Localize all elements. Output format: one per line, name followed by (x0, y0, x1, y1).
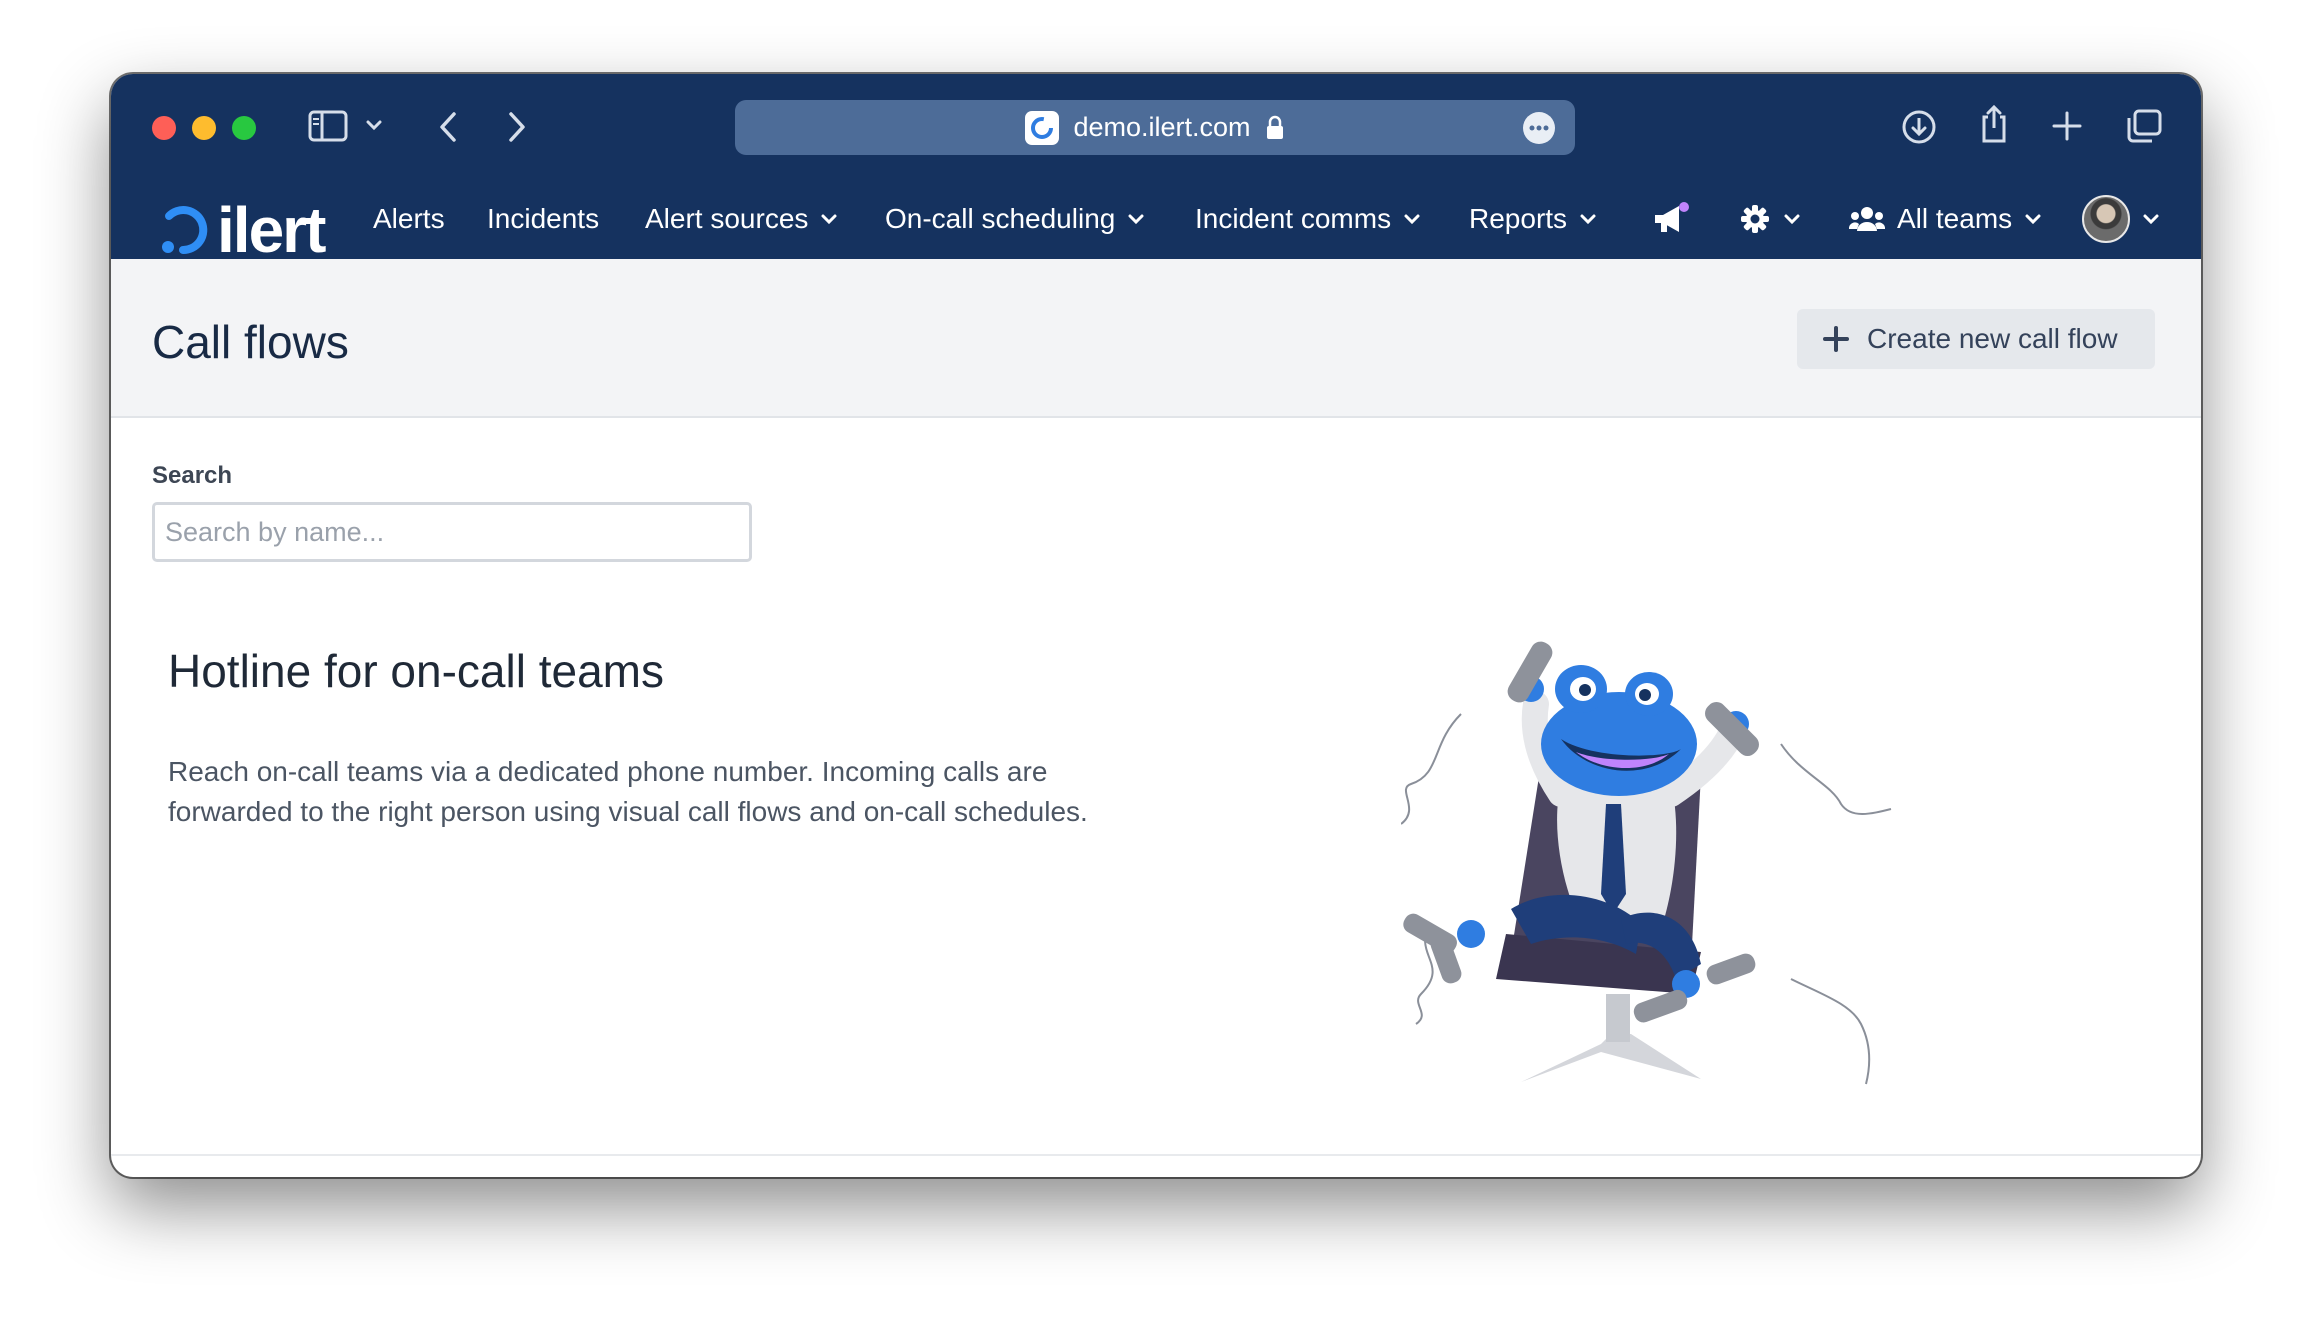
chevron-down-icon (1403, 213, 1421, 225)
back-icon[interactable] (436, 110, 460, 144)
share-icon[interactable] (1977, 104, 2011, 144)
nav-on-call-label: On-call scheduling (885, 203, 1116, 234)
minimize-window-button[interactable] (192, 116, 216, 140)
ilert-logo[interactable]: ilert (155, 193, 326, 267)
nav-alerts-label: Alerts (373, 203, 445, 234)
content-divider (111, 1154, 2201, 1156)
team-selector[interactable]: All teams (1849, 179, 2042, 259)
create-call-flow-button[interactable]: Create new call flow (1797, 309, 2155, 369)
nav-alert-sources-label: Alert sources (645, 203, 809, 234)
nav-reports-label: Reports (1469, 203, 1568, 234)
search-label: Search (152, 462, 233, 489)
nav-alert-sources[interactable]: Alert sources (645, 179, 838, 259)
nav-reports[interactable]: Reports (1469, 179, 1597, 259)
user-menu[interactable] (2082, 179, 2160, 259)
new-tab-icon[interactable] (2051, 110, 2083, 142)
nav-incidents[interactable]: Incidents (487, 179, 599, 259)
tabs-overview-icon[interactable] (2125, 108, 2163, 144)
app-navbar: ilert Alerts Incidents Alert sources On-… (111, 179, 2201, 266)
announcements-button[interactable] (1651, 179, 1691, 259)
zoom-window-button[interactable] (232, 116, 256, 140)
search-input[interactable] (152, 502, 752, 562)
forward-icon[interactable] (505, 110, 529, 144)
chevron-down-icon (1127, 213, 1145, 225)
plus-icon (1823, 326, 1849, 352)
nav-incident-comms-label: Incident comms (1195, 203, 1392, 234)
gear-icon (1741, 205, 1769, 233)
url-text: demo.ilert.com (1073, 112, 1251, 142)
nav-incident-comms[interactable]: Incident comms (1195, 179, 1421, 259)
chevron-down-icon (2142, 213, 2160, 225)
nav-incidents-label: Incidents (487, 203, 600, 234)
browser-window: demo.ilert.com ilert Alerts Incidents Al… (111, 74, 2201, 1177)
logo-mark-icon (162, 206, 208, 255)
nav-alerts[interactable]: Alerts (373, 179, 445, 259)
site-favicon-icon (1025, 110, 1060, 145)
chevron-down-icon (1783, 213, 1801, 225)
download-icon[interactable] (1901, 109, 1937, 145)
team-selector-label: All teams (1897, 203, 2013, 234)
page-title: Call flows (152, 316, 349, 368)
chevron-down-icon (1579, 213, 1597, 225)
empty-state-title: Hotline for on-call teams (168, 645, 664, 697)
avatar (2082, 195, 2130, 243)
close-window-button[interactable] (152, 116, 176, 140)
nav-on-call-scheduling[interactable]: On-call scheduling (885, 179, 1145, 259)
empty-state-description: Reach on-call teams via a dedicated phon… (168, 756, 1088, 827)
lock-icon (1265, 115, 1285, 141)
address-bar[interactable]: demo.ilert.com (735, 100, 1575, 155)
users-icon (1849, 207, 1885, 231)
settings-menu[interactable] (1739, 179, 1801, 259)
browser-titlebar: demo.ilert.com (111, 74, 2201, 179)
more-icon[interactable] (1523, 112, 1555, 144)
chevron-down-icon (2024, 213, 2042, 225)
page-header: Call flows Create new call flow (111, 259, 2201, 418)
logo-text: ilert (217, 194, 326, 266)
megaphone-icon (1655, 202, 1689, 232)
create-call-flow-label: Create new call flow (1867, 323, 2118, 354)
chevron-down-icon[interactable] (365, 118, 383, 132)
sidebar-icon[interactable] (308, 110, 348, 142)
frog-hotline-illustration (1401, 641, 1892, 1085)
chevron-down-icon (820, 213, 838, 225)
